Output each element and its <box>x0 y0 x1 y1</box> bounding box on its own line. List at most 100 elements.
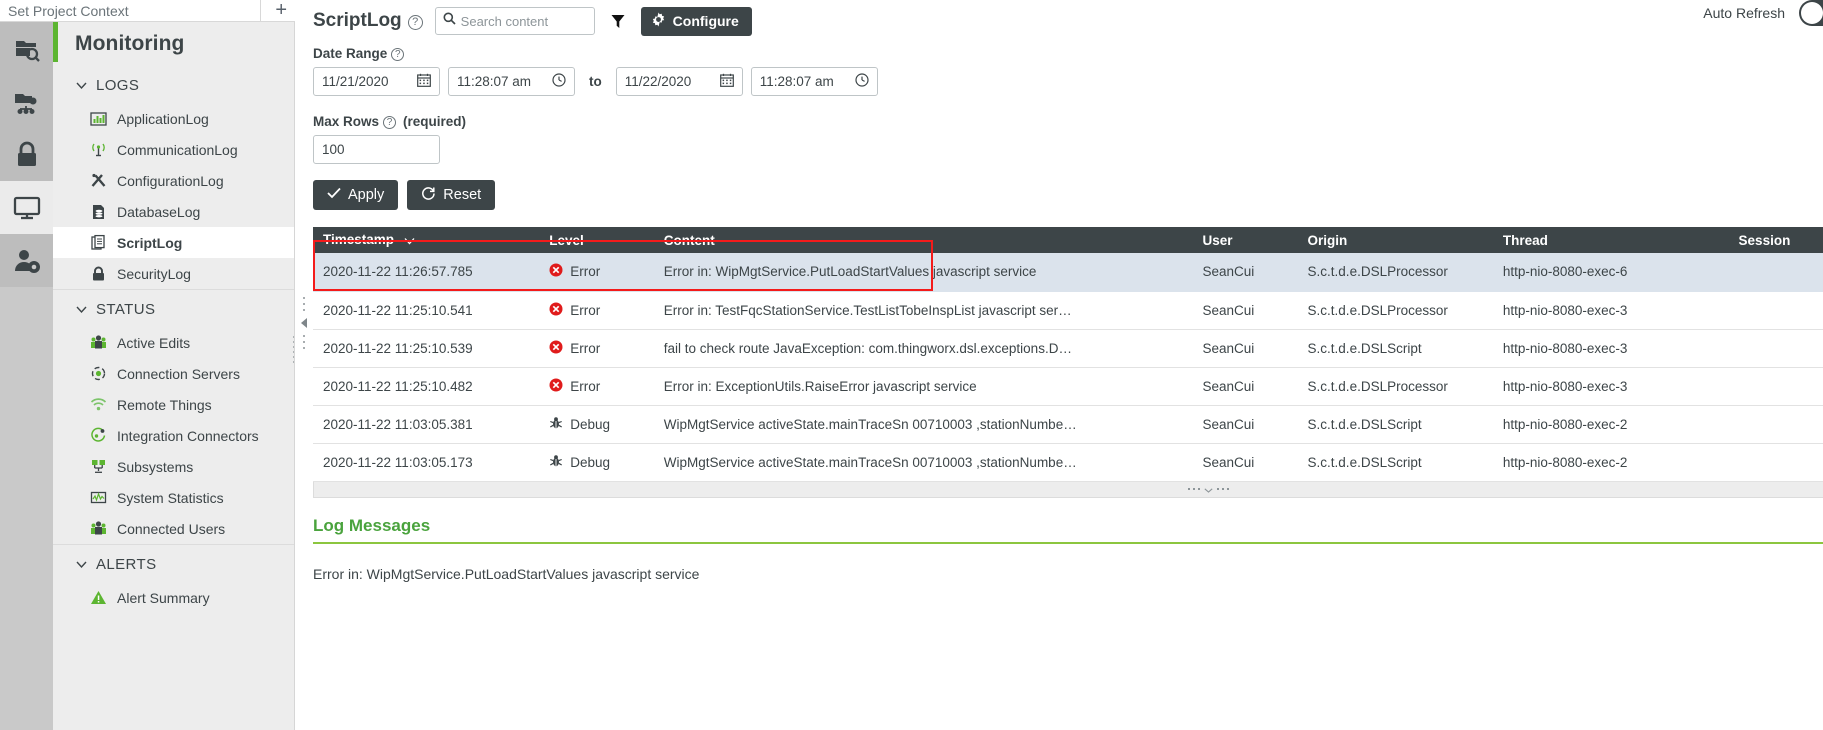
sidebar-item-label: ScriptLog <box>117 234 183 251</box>
column-header-content[interactable]: Content <box>653 227 1193 253</box>
chevron-down-icon <box>75 558 88 571</box>
column-header-origin[interactable]: Origin <box>1297 227 1493 253</box>
max-rows-input[interactable]: 100 <box>313 135 440 164</box>
sidebar-group-label: LOGS <box>96 77 140 94</box>
calendar-icon[interactable] <box>417 73 431 90</box>
log-table: Timestamp Level Content User Origin Thre… <box>313 227 1823 482</box>
from-date-input[interactable]: 11/21/2020 <box>313 67 440 96</box>
error-icon <box>549 302 563 319</box>
auto-refresh-label: Auto Refresh <box>1703 5 1785 21</box>
sidebar-item-active-edits[interactable]: Active Edits <box>53 327 294 358</box>
error-icon <box>549 263 563 280</box>
log-table-container: Timestamp Level Content User Origin Thre… <box>301 227 1823 482</box>
cell-timestamp: 2020-11-22 11:03:05.173 <box>313 443 540 482</box>
cell-level: Error <box>539 367 654 406</box>
column-header-timestamp[interactable]: Timestamp <box>313 227 540 253</box>
sidebar-item-configurationlog[interactable]: ConfigurationLog <box>53 165 294 196</box>
connector-icon <box>89 427 107 445</box>
gear-icon <box>651 12 666 30</box>
sidebar-item-connected-users[interactable]: Connected Users <box>53 513 294 544</box>
table-row[interactable]: 2020-11-22 11:25:10.539 Error fail to chec… <box>313 329 1823 368</box>
sidebar-item-label: SecurityLog <box>117 265 191 282</box>
cell-content: WipMgtService activeState.mainTraceSn 00… <box>653 443 1193 482</box>
sidebar-item-label: ApplicationLog <box>117 110 209 127</box>
to-label: to <box>589 74 602 89</box>
sidebar-item-label: CommunicationLog <box>117 141 238 158</box>
table-resize-bar[interactable] <box>313 480 1823 498</box>
column-header-thread[interactable]: Thread <box>1492 227 1729 253</box>
cell-content: Error in: TestFqcStationService.TestList… <box>653 291 1193 330</box>
table-row[interactable]: 2020-11-22 11:26:57.785 Error Error in: Wi… <box>313 253 1823 292</box>
table-row[interactable]: 2020-11-22 11:03:05.173 Debug WipMgtServic… <box>313 443 1823 482</box>
cell-user: SeanCui <box>1192 367 1298 406</box>
resize-dots-right <box>1216 488 1229 490</box>
cell-timestamp: 2020-11-22 11:03:05.381 <box>313 405 540 444</box>
sidebar-item-integration-connectors[interactable]: Integration Connectors <box>53 420 294 451</box>
sidebar-item-remote-things[interactable]: Remote Things <box>53 389 294 420</box>
column-header-user[interactable]: User <box>1192 227 1298 253</box>
error-icon <box>549 378 563 395</box>
topstrip-divider <box>260 0 261 21</box>
sidebar-item-label: Integration Connectors <box>117 427 259 444</box>
from-date-value: 11/21/2020 <box>322 74 389 89</box>
from-time-input[interactable]: 11:28:07 am <box>448 67 575 96</box>
help-icon[interactable]: ? <box>383 116 397 129</box>
reset-button[interactable]: Reset <box>407 180 496 210</box>
sidebar-group-logs[interactable]: LOGS <box>53 66 294 103</box>
chevron-down-icon <box>75 303 88 316</box>
sidebar-item-securitylog[interactable]: SecurityLog <box>53 258 294 289</box>
help-icon[interactable]: ? <box>407 14 423 30</box>
to-date-input[interactable]: 11/22/2020 <box>615 67 743 96</box>
clock-icon[interactable] <box>552 73 566 90</box>
chevron-down-small-icon[interactable] <box>1203 480 1213 498</box>
configure-label: Configure <box>672 13 739 29</box>
column-label: Level <box>549 232 584 248</box>
sidebar-group-alerts[interactable]: ALERTS <box>53 544 294 582</box>
table-row[interactable]: 2020-11-22 11:03:05.381 Debug WipMgtServic… <box>313 405 1823 444</box>
user-settings-icon[interactable] <box>0 234 53 287</box>
configure-button[interactable]: Configure <box>640 6 752 36</box>
project-context-bar[interactable]: Set Project Context + <box>0 0 295 22</box>
column-header-level[interactable]: Level <box>539 227 654 253</box>
level-label: Error <box>570 302 601 318</box>
table-scroll-marks[interactable] <box>301 297 307 349</box>
sidebar-item-communicationlog[interactable]: CommunicationLog <box>53 134 294 165</box>
column-label: Origin <box>1307 232 1348 248</box>
sort-descending-icon[interactable] <box>404 233 415 248</box>
sidebar-item-alert-summary[interactable]: Alert Summary <box>53 582 294 613</box>
bug-icon <box>549 416 563 433</box>
connection-icon <box>89 365 107 383</box>
level-label: Error <box>570 378 601 394</box>
cell-user: SeanCui <box>1192 291 1298 330</box>
project-folder-icon[interactable] <box>0 75 53 128</box>
sidebar-item-scriptlog[interactable]: ScriptLog <box>53 227 294 258</box>
table-row[interactable]: 2020-11-22 11:25:10.482 Error Error in: Ex… <box>313 367 1823 406</box>
cell-content: WipMgtService activeState.mainTraceSn 00… <box>653 405 1193 444</box>
add-project-icon[interactable]: + <box>275 0 287 20</box>
sidebar-item-databaselog[interactable]: DatabaseLog <box>53 196 294 227</box>
from-time-value: 11:28:07 am <box>457 74 532 89</box>
monitoring-screen-icon[interactable] <box>0 181 53 234</box>
clock-icon[interactable] <box>855 73 869 90</box>
check-icon <box>327 187 341 203</box>
funnel-icon[interactable] <box>607 8 629 34</box>
search-input[interactable]: Search content <box>434 7 595 35</box>
help-icon[interactable]: ? <box>391 48 405 61</box>
sidebar-item-subsystems[interactable]: Subsystems <box>53 451 294 482</box>
apply-button[interactable]: Apply <box>313 180 399 210</box>
sidebar-item-label: DatabaseLog <box>117 203 201 220</box>
security-lock-icon[interactable] <box>0 128 53 181</box>
database-icon <box>89 203 107 221</box>
sidebar-group-status[interactable]: STATUS <box>53 289 294 327</box>
column-header-session[interactable]: Session <box>1728 227 1823 253</box>
sidebar-item-connection-servers[interactable]: Connection Servers <box>53 358 294 389</box>
sidebar-item-system-statistics[interactable]: System Statistics <box>53 482 294 513</box>
calendar-icon[interactable] <box>719 73 734 90</box>
table-row[interactable]: 2020-11-22 11:25:10.541 Error Error in: Te… <box>313 291 1823 330</box>
sidebar-item-applicationlog[interactable]: ApplicationLog <box>53 103 294 134</box>
auto-refresh-toggle[interactable] <box>1799 0 1823 26</box>
browse-search-icon[interactable] <box>0 22 53 75</box>
to-time-input[interactable]: 11:28:07 am <box>750 67 878 96</box>
table-body: 2020-11-22 11:26:57.785 Error Error in: Wi… <box>313 253 1823 482</box>
table-collapse-arrow-icon[interactable] <box>301 318 307 328</box>
